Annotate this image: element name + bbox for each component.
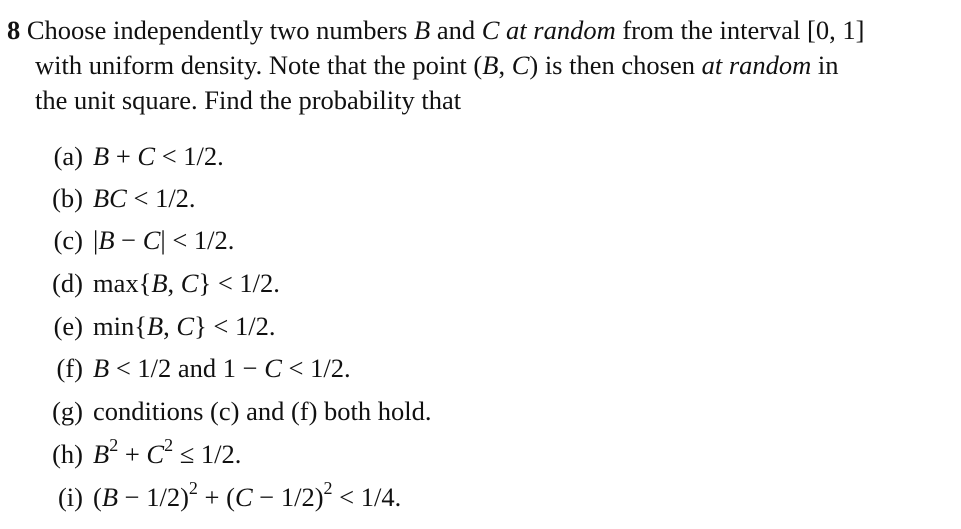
part-item: (g) conditions (c) and (f) both hold. xyxy=(0,396,432,426)
intro-segment: C xyxy=(511,50,530,80)
intro-segment: , xyxy=(498,50,512,80)
part-item: (d) max{B, C} < 1/2. xyxy=(0,268,280,298)
intro-text-2: with uniform density. Note that the poin… xyxy=(35,50,839,80)
problem-number: 8 xyxy=(7,15,21,45)
part-label: (e) xyxy=(53,311,83,341)
intro-segment: ) is then chosen xyxy=(529,50,702,80)
intro-segment: and xyxy=(430,15,482,45)
intro-segment: B xyxy=(482,50,499,80)
part-expression: (B − 1/2)2 + (C − 1/2)2 < 1/4. xyxy=(93,478,402,512)
intro-line-1: 8 Choose independently two numbers B and… xyxy=(7,15,864,45)
part-expression: conditions (c) and (f) both hold. xyxy=(93,396,432,426)
part-item: (h) B2 + C2 ≤ 1/2. xyxy=(0,435,242,469)
part-label: (d) xyxy=(52,268,83,298)
intro-line-2: with uniform density. Note that the poin… xyxy=(35,50,839,80)
part-item: (f) B < 1/2 and 1 − C < 1/2. xyxy=(0,353,351,383)
intro-text-3: the unit square. Find the probability th… xyxy=(35,85,461,115)
part-label: (a) xyxy=(53,141,83,171)
intro-segment: at random xyxy=(499,15,616,45)
part-expression: BC < 1/2. xyxy=(93,183,196,213)
part-expression: min{B, C} < 1/2. xyxy=(93,311,276,341)
intro-segment: Choose independently two numbers xyxy=(26,15,415,45)
part-item: (a) B + C < 1/2. xyxy=(0,141,224,171)
part-label: (f) xyxy=(56,353,83,383)
part-label: (c) xyxy=(53,225,83,255)
part-expression: |B − C| < 1/2. xyxy=(93,225,235,255)
part-item: (e) min{B, C} < 1/2. xyxy=(0,311,276,341)
part-label: (b) xyxy=(52,183,83,213)
part-expression: max{B, C} < 1/2. xyxy=(93,268,280,298)
intro-segment: at random xyxy=(701,50,812,80)
part-expression: B + C < 1/2. xyxy=(93,141,224,171)
intro-text-1: Choose independently two numbers B and C… xyxy=(27,15,865,45)
intro-segment: in xyxy=(811,50,839,80)
intro-line-3: the unit square. Find the probability th… xyxy=(35,85,461,115)
part-label: (h) xyxy=(52,439,83,469)
part-expression: B < 1/2 and 1 − C < 1/2. xyxy=(93,353,351,383)
intro-segment: from the interval [0, 1] xyxy=(615,15,865,45)
part-label: (i) xyxy=(57,482,83,512)
part-expression: B2 + C2 ≤ 1/2. xyxy=(93,435,242,469)
intro-segment: C xyxy=(481,15,500,45)
part-label: (g) xyxy=(52,396,83,426)
part-item: (i) (B − 1/2)2 + (C − 1/2)2 < 1/4. xyxy=(0,478,402,512)
intro-segment: B xyxy=(414,15,431,45)
intro-segment: the unit square. Find the probability th… xyxy=(35,85,462,115)
part-item: (c) |B − C| < 1/2. xyxy=(0,225,235,255)
problem-page: 8 Choose independently two numbers B and… xyxy=(0,0,961,529)
part-item: (b) BC < 1/2. xyxy=(0,183,196,213)
intro-segment: with uniform density. Note that the poin… xyxy=(35,50,483,80)
